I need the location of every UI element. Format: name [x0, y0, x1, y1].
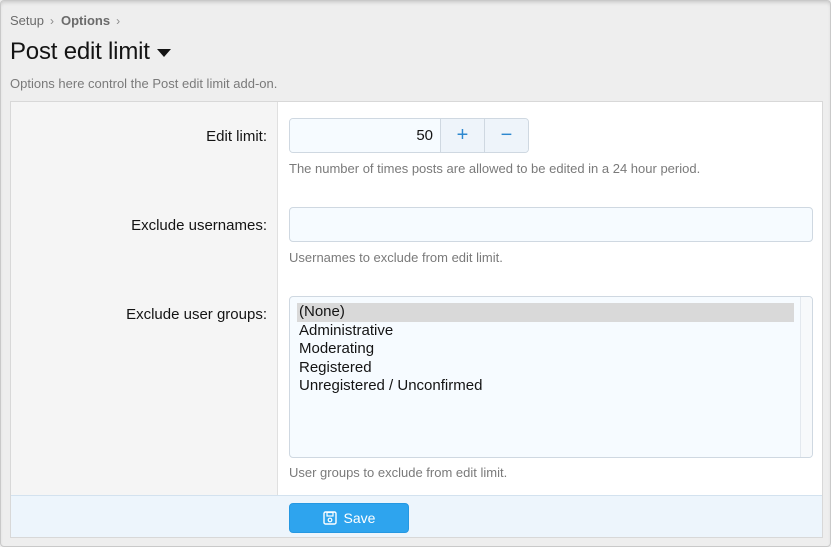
exclude-usernames-input[interactable]	[289, 207, 813, 242]
increment-button[interactable]: +	[440, 119, 484, 152]
list-option-unregistered[interactable]: Unregistered / Unconfirmed	[297, 377, 794, 396]
caret-down-icon[interactable]	[156, 49, 171, 57]
breadcrumb: Setup › Options ›	[10, 13, 127, 28]
decrement-button[interactable]: −	[484, 119, 528, 152]
floppy-disk-icon	[322, 511, 337, 525]
edit-limit-label: Edit limit:	[206, 128, 267, 145]
options-panel: Edit limit: Exclude usernames: Exclude u…	[10, 101, 823, 538]
label-column: Edit limit: Exclude usernames: Exclude u…	[11, 102, 278, 495]
window-frame: Setup › Options › Post edit limit Option…	[0, 0, 831, 547]
exclude-usernames-label: Exclude usernames:	[131, 217, 267, 234]
save-button[interactable]: Save	[289, 503, 409, 533]
plus-icon: +	[456, 124, 469, 146]
breadcrumb-setup[interactable]: Setup	[10, 13, 44, 28]
edit-limit-input[interactable]	[290, 119, 440, 152]
exclude-user-groups-listbox[interactable]: (None) Administrative Moderating Registe…	[289, 296, 813, 458]
exclude-usernames-explain: Usernames to exclude from edit limit.	[289, 250, 503, 265]
list-option-none[interactable]: (None)	[297, 303, 794, 322]
page-title: Post edit limit	[10, 38, 150, 65]
exclude-user-groups-label: Exclude user groups:	[126, 306, 267, 323]
title-row[interactable]: Post edit limit	[10, 38, 171, 66]
save-button-label: Save	[343, 510, 376, 526]
exclude-user-groups-explain: User groups to exclude from edit limit.	[289, 465, 508, 480]
edit-limit-stepper: + −	[289, 118, 529, 153]
form-footer: Save	[11, 495, 822, 537]
breadcrumb-separator-icon: ›	[116, 13, 121, 28]
breadcrumb-separator-icon: ›	[49, 13, 54, 28]
edit-limit-explain: The number of times posts are allowed to…	[289, 161, 701, 176]
page-description: Options here control the Post edit limit…	[10, 76, 278, 91]
listbox-scrollbar[interactable]	[800, 297, 812, 457]
breadcrumb-options[interactable]: Options	[61, 13, 110, 28]
list-option-moderating[interactable]: Moderating	[297, 340, 794, 359]
list-option-registered[interactable]: Registered	[297, 359, 794, 378]
minus-icon: −	[500, 124, 513, 146]
list-option-administrative[interactable]: Administrative	[297, 322, 794, 341]
